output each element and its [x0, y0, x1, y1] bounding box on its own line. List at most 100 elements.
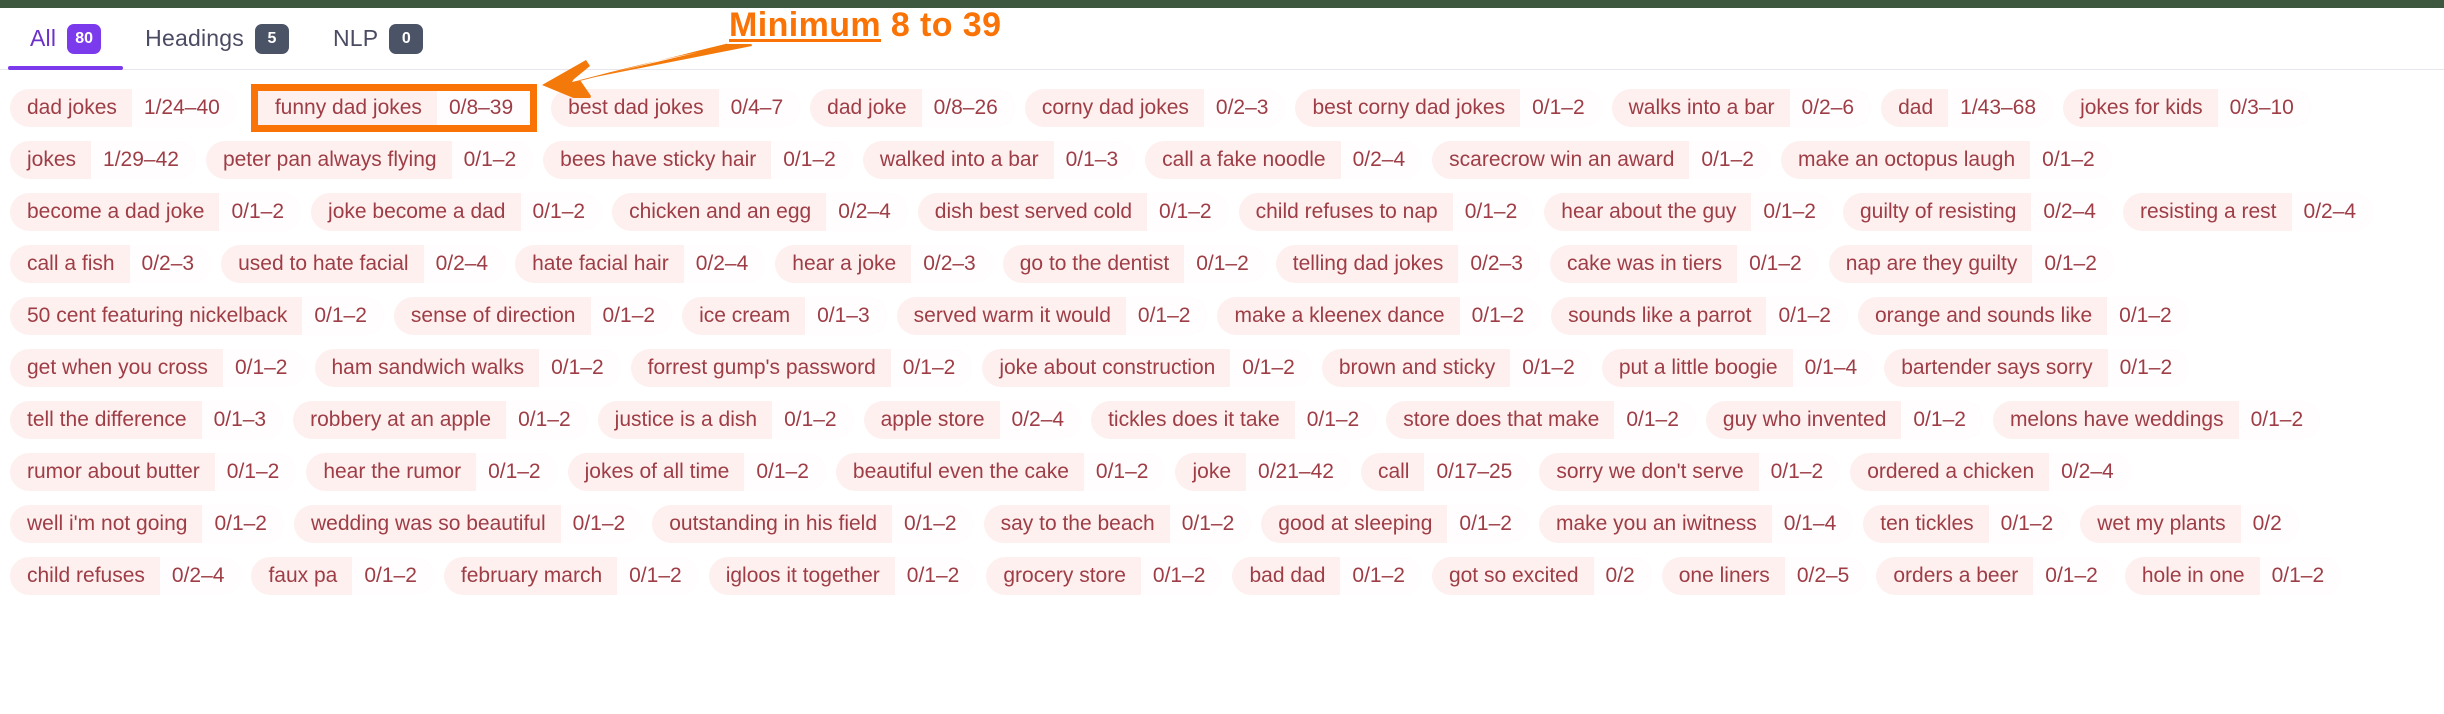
keyword-chip[interactable]: orders a beer 0/1–2 [1876, 557, 2115, 595]
keyword-chip[interactable]: bad dad 0/1–2 [1232, 557, 1422, 595]
keyword-chip[interactable]: justice is a dish 0/1–2 [597, 401, 854, 439]
keyword-term: february march [460, 564, 603, 587]
keyword-chip[interactable]: make a kleenex dance 0/1–2 [1217, 297, 1542, 335]
keyword-chip[interactable]: joke become a dad 0/1–2 [311, 193, 603, 231]
keyword-chip[interactable]: child refuses to nap 0/1–2 [1238, 193, 1535, 231]
keyword-chip[interactable]: hear about the guy 0/1–2 [1544, 193, 1833, 231]
keyword-chip[interactable]: hole in one 0/1–2 [2124, 557, 2342, 595]
tab-all[interactable]: All 80 [8, 8, 124, 70]
keyword-count: 0/1–2 [771, 141, 853, 179]
keyword-chip[interactable]: february march 0/1–2 [443, 557, 699, 595]
keyword-chip[interactable]: faux pa 0/1–2 [251, 557, 434, 595]
keyword-chip[interactable]: rumor about butter 0/1–2 [10, 453, 297, 491]
keyword-chip[interactable]: chicken and an egg 0/2–4 [612, 193, 908, 231]
keyword-chip[interactable]: guilty of resisting 0/2–4 [1842, 193, 2113, 231]
tab-headings[interactable]: Headings 5 [123, 8, 311, 69]
keyword-chip[interactable]: get when you cross 0/1–2 [10, 349, 305, 387]
keyword-chip[interactable]: peter pan always flying 0/1–2 [205, 141, 534, 179]
keyword-chip[interactable]: jokes 1/29–42 [10, 141, 196, 179]
tab-bar: All 80 Headings 5 NLP 0 [0, 8, 2444, 70]
keyword-chip[interactable]: child refuses 0/2–4 [10, 557, 242, 595]
keyword-chip[interactable]: corny dad jokes 0/2–3 [1024, 89, 1286, 127]
keyword-chip[interactable]: orange and sounds like 0/1–2 [1858, 297, 2189, 335]
keyword-chip[interactable]: call a fish 0/2–3 [10, 245, 212, 283]
keyword-chip[interactable]: sorry we don't serve 0/1–2 [1539, 453, 1841, 491]
chip-row: dad jokes 1/24–40 funny dad jokes 0/8–39 bes… [10, 82, 2434, 134]
keyword-chip[interactable]: wedding was so beautiful 0/1–2 [294, 505, 643, 543]
keyword-chip[interactable]: robbery at an apple 0/1–2 [293, 401, 588, 439]
keyword-chip[interactable]: hate facial hair 0/2–4 [515, 245, 766, 283]
keyword-term: walks into a bar [1628, 96, 1775, 119]
tab-nlp[interactable]: NLP 0 [311, 8, 445, 69]
keyword-chip[interactable]: tell the difference 0/1–3 [10, 401, 284, 439]
keyword-chip[interactable]: igloos it together 0/1–2 [708, 557, 977, 595]
keyword-term: well i'm not going [27, 512, 188, 535]
keyword-chip[interactable]: walks into a bar 0/2–6 [1611, 89, 1872, 127]
keyword-chip[interactable]: wet my plants 0/2 [2080, 505, 2299, 543]
keyword-chip[interactable]: ordered a chicken 0/2–4 [1850, 453, 2131, 491]
keyword-chip[interactable]: brown and sticky 0/1–2 [1321, 349, 1592, 387]
keyword-chip[interactable]: tickles does it take 0/1–2 [1091, 401, 1377, 439]
keyword-chip[interactable]: bartender says sorry 0/1–2 [1884, 349, 2190, 387]
keyword-chip[interactable]: guy who invented 0/1–2 [1705, 401, 1983, 439]
keyword-chip[interactable]: good at sleeping 0/1–2 [1261, 505, 1529, 543]
keyword-chip[interactable]: ham sandwich walks 0/1–2 [314, 349, 621, 387]
keyword-chip[interactable]: best corny dad jokes 0/1–2 [1295, 89, 1602, 127]
keyword-chip[interactable]: resisting a rest 0/2–4 [2122, 193, 2374, 231]
keyword-chip[interactable]: store does that make 0/1–2 [1386, 401, 1696, 439]
keyword-chip[interactable]: nap are they guilty 0/1–2 [1828, 245, 2114, 283]
keyword-chip-highlighted[interactable]: funny dad jokes 0/8–39 [250, 84, 538, 132]
keyword-count: 1/29–42 [91, 141, 196, 179]
keyword-term: dad [1898, 96, 1934, 119]
keyword-chip[interactable]: joke about construction 0/1–2 [982, 349, 1312, 387]
keyword-chip[interactable]: call a fake noodle 0/2–4 [1145, 141, 1423, 179]
keyword-count: 0/1–2 [1520, 89, 1602, 127]
keyword-chip[interactable]: dad 1/43–68 [1881, 89, 2054, 127]
keyword-chip[interactable]: grocery store 0/1–2 [986, 557, 1223, 595]
keyword-chip[interactable]: 50 cent featuring nickelback 0/1–2 [10, 297, 384, 335]
keyword-chip[interactable]: call 0/17–25 [1360, 453, 1530, 491]
keyword-chip[interactable]: one liners 0/2–5 [1661, 557, 1867, 595]
keyword-chip[interactable]: dish best served cold 0/1–2 [917, 193, 1229, 231]
keyword-chip[interactable]: outstanding in his field 0/1–2 [652, 505, 974, 543]
keyword-chip[interactable]: ice cream 0/1–3 [682, 297, 887, 335]
keyword-chip[interactable]: apple store 0/2–4 [863, 401, 1082, 439]
keyword-chip[interactable]: go to the dentist 0/1–2 [1002, 245, 1266, 283]
keyword-count: 0/1–2 [1169, 505, 1252, 543]
keyword-chip[interactable]: joke 0/21–42 [1175, 453, 1351, 491]
keyword-chip[interactable]: make you an iwitness 0/1–4 [1538, 505, 1854, 543]
keyword-chip[interactable]: telling dad jokes 0/2–3 [1275, 245, 1540, 283]
keyword-chip[interactable]: melons have weddings 0/1–2 [1992, 401, 2321, 439]
keyword-chip[interactable]: sounds like a parrot 0/1–2 [1551, 297, 1848, 335]
keyword-chip[interactable]: scarecrow win an award 0/1–2 [1432, 141, 1771, 179]
keyword-term: child refuses [27, 564, 145, 587]
keyword-chip[interactable]: hear the rumor 0/1–2 [306, 453, 558, 491]
keyword-chip[interactable]: put a little boogie 0/1–4 [1601, 349, 1875, 387]
keyword-chip[interactable]: forrest gump's password 0/1–2 [630, 349, 973, 387]
keyword-chip[interactable]: jokes of all time 0/1–2 [567, 453, 826, 491]
keyword-count: 0/1–2 [1083, 453, 1166, 491]
keyword-term: make a kleenex dance [1234, 304, 1445, 327]
keyword-chip[interactable]: dad jokes 1/24–40 [10, 89, 237, 127]
keyword-chip[interactable]: sense of direction 0/1–2 [393, 297, 673, 335]
keyword-chip[interactable]: served warm it would 0/1–2 [896, 297, 1208, 335]
keyword-chip[interactable]: make an octopus laugh 0/1–2 [1780, 141, 2112, 179]
keyword-count: 0/2–6 [1789, 89, 1872, 127]
keyword-chip[interactable]: become a dad joke 0/1–2 [10, 193, 302, 231]
keyword-chip[interactable]: well i'm not going 0/1–2 [10, 505, 284, 543]
keyword-chip[interactable]: jokes for kids 0/3–10 [2063, 89, 2311, 127]
keyword-chip[interactable]: dad joke 0/8–26 [810, 89, 1015, 127]
keyword-chip[interactable]: used to hate facial 0/2–4 [221, 245, 506, 283]
keyword-chip[interactable]: bees have sticky hair 0/1–2 [543, 141, 853, 179]
keyword-chip[interactable]: hear a joke 0/2–3 [775, 245, 993, 283]
keyword-chip[interactable]: walked into a bar 0/1–3 [862, 141, 1136, 179]
keyword-chip[interactable]: got so excited 0/2 [1431, 557, 1652, 595]
keyword-chip[interactable]: best dad jokes 0/4–7 [551, 89, 801, 127]
keyword-count: 0/1–2 [1184, 245, 1266, 283]
keyword-chip[interactable]: say to the beach 0/1–2 [983, 505, 1252, 543]
keyword-term: say to the beach [1000, 512, 1155, 535]
keyword-chip[interactable]: ten tickles 0/1–2 [1863, 505, 2071, 543]
keyword-chip[interactable]: cake was in tiers 0/1–2 [1549, 245, 1819, 283]
keyword-count: 0/2–3 [1458, 245, 1540, 283]
keyword-chip[interactable]: beautiful even the cake 0/1–2 [835, 453, 1166, 491]
